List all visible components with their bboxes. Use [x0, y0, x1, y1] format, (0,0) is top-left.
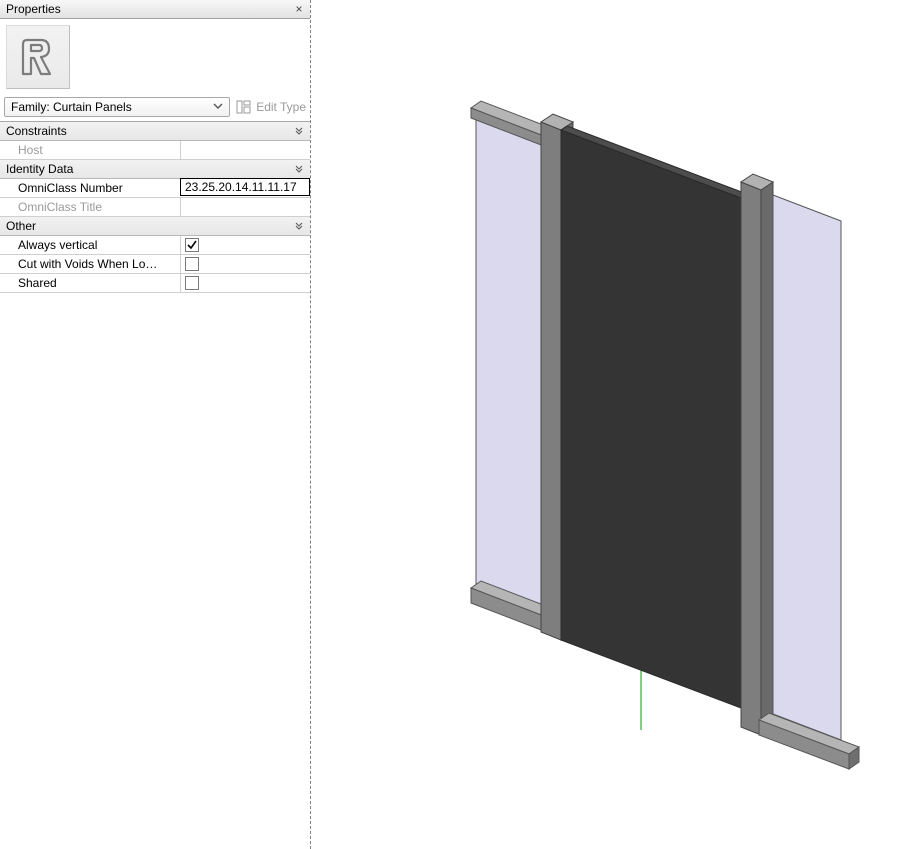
- property-row[interactable]: Shared: [0, 274, 310, 293]
- property-label: Cut with Voids When Lo…: [0, 255, 180, 273]
- collapse-icon[interactable]: [290, 125, 304, 138]
- property-label: Always vertical: [0, 236, 180, 254]
- properties-palette: Properties × Family: Curtain Panels: [0, 0, 311, 849]
- property-value: [180, 198, 310, 216]
- property-row[interactable]: OmniClass Number23.25.20.14.11.11.17: [0, 179, 310, 198]
- family-selector-row: Family: Curtain Panels Edit Type: [0, 95, 310, 121]
- group-header[interactable]: Identity Data: [0, 160, 310, 179]
- property-grid: Constraints Host Identity Data OmniClass Nu…: [0, 121, 310, 293]
- edit-type-icon: [236, 99, 252, 115]
- property-label: Host: [0, 141, 180, 159]
- viewport-3d[interactable]: [311, 0, 899, 849]
- property-value: [180, 141, 310, 159]
- property-label: OmniClass Number: [0, 179, 180, 197]
- property-label: Shared: [0, 274, 180, 292]
- family-selector-label: Family: Curtain Panels: [11, 100, 211, 114]
- type-thumbnail[interactable]: [6, 25, 70, 89]
- property-row[interactable]: OmniClass Title: [0, 198, 310, 217]
- edit-type-button[interactable]: Edit Type: [236, 97, 306, 117]
- property-row[interactable]: Cut with Voids When Lo…: [0, 255, 310, 274]
- group-name: Identity Data: [6, 162, 290, 176]
- checkbox[interactable]: [185, 257, 199, 271]
- group-name: Constraints: [6, 124, 290, 138]
- property-label: OmniClass Title: [0, 198, 180, 216]
- group-header[interactable]: Constraints: [0, 122, 310, 141]
- collapse-icon[interactable]: [290, 220, 304, 233]
- palette-titlebar[interactable]: Properties ×: [0, 0, 310, 19]
- edit-type-label: Edit Type: [256, 100, 306, 114]
- property-value[interactable]: [180, 274, 310, 292]
- checkbox[interactable]: [185, 276, 199, 290]
- viewport-drawing: [311, 0, 899, 849]
- property-value[interactable]: [180, 236, 310, 254]
- chevron-down-icon: [211, 100, 225, 114]
- type-preview-row: [0, 19, 310, 95]
- property-value[interactable]: 23.25.20.14.11.11.17: [180, 178, 310, 196]
- family-selector[interactable]: Family: Curtain Panels: [4, 97, 230, 117]
- group-header[interactable]: Other: [0, 217, 310, 236]
- palette-title: Properties: [6, 0, 292, 18]
- collapse-icon[interactable]: [290, 163, 304, 176]
- close-icon[interactable]: ×: [292, 2, 306, 16]
- property-row[interactable]: Always vertical: [0, 236, 310, 255]
- property-row[interactable]: Host: [0, 141, 310, 160]
- property-value[interactable]: [180, 255, 310, 273]
- checkbox[interactable]: [185, 238, 199, 252]
- group-name: Other: [6, 219, 290, 233]
